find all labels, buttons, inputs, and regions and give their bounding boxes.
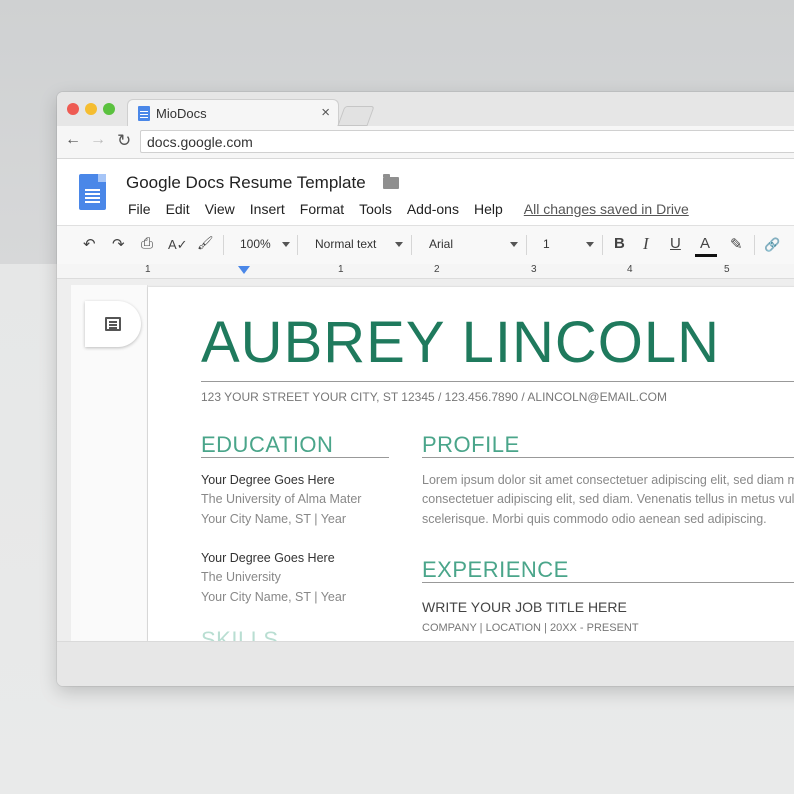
job-meta: COMPANY | LOCATION | 20XX - PRESENT [422, 622, 639, 634]
redo-icon[interactable]: ↷ [112, 235, 125, 253]
browser-window: MioDocs × ← → ↻ docs.google.com Google D… [57, 92, 794, 686]
ruler-number: 1 [145, 264, 151, 275]
toolbar-divider [602, 235, 603, 255]
docs-favicon-icon [138, 106, 150, 121]
browser-tab[interactable]: MioDocs × [127, 99, 339, 127]
toolbar-divider [411, 235, 412, 255]
menu-bar: File Edit View Insert Format Tools Add-o… [128, 201, 704, 217]
profile-line: scelerisque. Morbi quis commodo odio aen… [422, 512, 767, 526]
text-color-button[interactable]: A [700, 235, 710, 252]
font-chevron-down-icon[interactable] [510, 242, 518, 247]
spellcheck-icon[interactable]: A✓ [168, 237, 188, 253]
divider [201, 381, 794, 382]
indent-marker-icon[interactable] [238, 266, 250, 274]
paint-format-icon[interactable]: 🖌 [197, 235, 214, 251]
saved-status-link[interactable]: All changes saved in Drive [524, 201, 689, 217]
skills-heading: SKILLS [201, 627, 279, 641]
close-window-button[interactable] [67, 103, 79, 115]
menu-format[interactable]: Format [300, 201, 344, 217]
education-degree: Your Degree Goes Here [201, 551, 335, 565]
toolbar-divider [297, 235, 298, 255]
menu-file[interactable]: File [128, 201, 151, 217]
divider [422, 457, 794, 458]
style-chevron-down-icon[interactable] [395, 242, 403, 247]
education-school: The University [201, 570, 281, 584]
toolbar-divider [526, 235, 527, 255]
tab-close-icon[interactable]: × [321, 104, 330, 121]
menu-help[interactable]: Help [474, 201, 503, 217]
experience-heading: EXPERIENCE [422, 557, 569, 582]
ruler-number: 1 [338, 264, 344, 275]
bold-button[interactable]: B [614, 235, 625, 252]
profile-line: consectetuer adipiscing elit, sed diam. … [422, 492, 794, 506]
ruler-number: 3 [531, 264, 537, 275]
document-canvas: AUBREY LINCOLN 123 YOUR STREET YOUR CITY… [57, 279, 794, 641]
left-panel [71, 285, 148, 641]
minimize-window-button[interactable] [85, 103, 97, 115]
undo-icon[interactable]: ↶ [83, 235, 96, 253]
tab-title: MioDocs [156, 106, 207, 121]
font-size-select[interactable]: 1 [543, 237, 550, 251]
toolbar-divider [754, 235, 755, 255]
insert-link-icon[interactable]: 🔗 [764, 237, 780, 253]
divider [201, 457, 389, 458]
document-title[interactable]: Google Docs Resume Template [126, 173, 366, 193]
text-color-swatch [695, 254, 717, 257]
maximize-window-button[interactable] [103, 103, 115, 115]
profile-heading: PROFILE [422, 432, 520, 457]
print-icon[interactable]: ⎙ [141, 235, 153, 252]
resume-name: AUBREY LINCOLN [201, 310, 720, 375]
zoom-chevron-down-icon[interactable] [282, 242, 290, 247]
education-school: The University of Alma Mater [201, 492, 362, 506]
paragraph-style-select[interactable]: Normal text [315, 237, 376, 251]
formatting-toolbar: ↶ ↷ ⎙ A✓ 🖌 100% Normal text Arial 1 B I … [57, 225, 794, 265]
education-degree: Your Degree Goes Here [201, 473, 335, 487]
menu-tools[interactable]: Tools [359, 201, 392, 217]
divider [422, 582, 794, 583]
docs-logo-icon[interactable] [79, 174, 106, 210]
title-bar: MioDocs × [57, 92, 794, 127]
underline-button[interactable]: U [670, 235, 681, 252]
ruler-number: 4 [627, 264, 633, 275]
profile-line: Lorem ipsum dolor sit amet consectetuer … [422, 473, 794, 487]
address-bar: ← → ↻ docs.google.com [57, 126, 794, 159]
folder-icon[interactable] [383, 174, 399, 189]
menu-addons[interactable]: Add-ons [407, 201, 459, 217]
window-bottom-bar [57, 641, 794, 686]
back-arrow-icon[interactable]: ← [65, 131, 81, 149]
new-tab-button[interactable] [337, 106, 375, 126]
zoom-select[interactable]: 100% [240, 237, 271, 251]
url-input[interactable]: docs.google.com [140, 130, 794, 153]
ruler-number: 2 [434, 264, 440, 275]
contact-line: 123 YOUR STREET YOUR CITY, ST 12345 / 12… [201, 390, 667, 404]
document-outline-button[interactable] [85, 301, 141, 347]
reload-icon[interactable]: ↻ [117, 131, 131, 151]
education-place: Your City Name, ST | Year [201, 512, 346, 526]
education-heading: EDUCATION [201, 432, 334, 457]
horizontal-ruler[interactable]: 1 1 2 3 4 5 [57, 264, 794, 279]
document-page[interactable]: AUBREY LINCOLN 123 YOUR STREET YOUR CITY… [148, 287, 794, 641]
toolbar-divider [223, 235, 224, 255]
job-title: WRITE YOUR JOB TITLE HERE [422, 599, 627, 615]
list-icon [105, 317, 121, 331]
menu-view[interactable]: View [205, 201, 235, 217]
docs-header: Google Docs Resume Template File Edit Vi… [57, 159, 794, 225]
ruler-number: 5 [724, 264, 730, 275]
menu-insert[interactable]: Insert [250, 201, 285, 217]
highlight-color-icon[interactable]: ✎ [730, 235, 743, 253]
font-select[interactable]: Arial [429, 237, 453, 251]
education-place: Your City Name, ST | Year [201, 590, 346, 604]
forward-arrow-icon[interactable]: → [90, 131, 106, 149]
font-size-chevron-down-icon[interactable] [586, 242, 594, 247]
italic-button[interactable]: I [643, 234, 649, 254]
menu-edit[interactable]: Edit [166, 201, 190, 217]
